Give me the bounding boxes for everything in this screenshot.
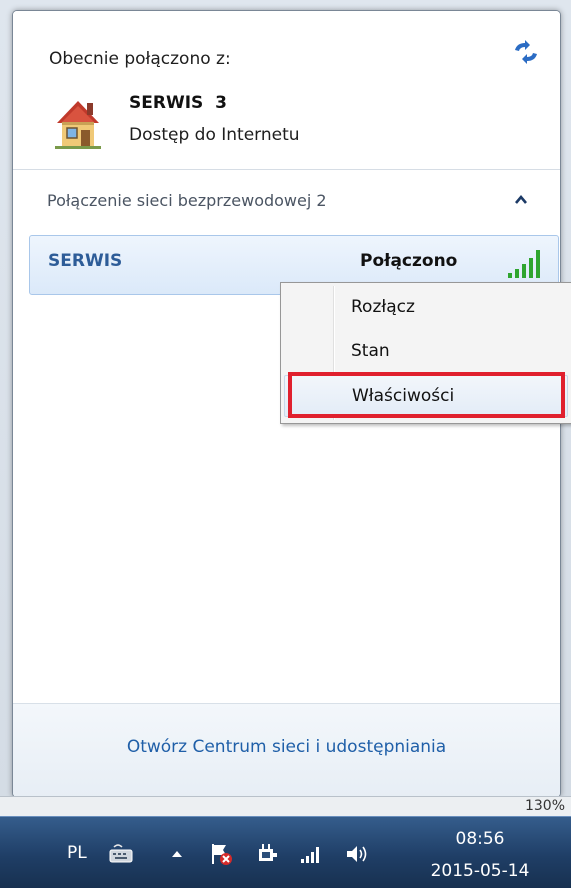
open-network-center-link[interactable]: Otwórz Centrum sieci i udostępniania bbox=[13, 737, 560, 757]
power-icon[interactable] bbox=[254, 841, 280, 867]
screen: Obecnie połączono z: SERWIS 3 Dostęp do … bbox=[0, 0, 571, 888]
refresh-icon[interactable] bbox=[511, 39, 541, 65]
network-signal-icon[interactable] bbox=[298, 841, 324, 867]
flyout-footer: Otwórz Centrum sieci i udostępniania bbox=[13, 703, 560, 797]
taskbar: PL 08:56 2015-05-14 bbox=[0, 816, 571, 888]
wifi-signal-icon bbox=[508, 250, 540, 278]
wireless-connection-title: Połączenie sieci bezprzewodowej 2 bbox=[47, 191, 327, 210]
menu-item-status[interactable]: Stan bbox=[284, 331, 566, 371]
wireless-connection-header[interactable]: Połączenie sieci bezprzewodowej 2 bbox=[13, 177, 560, 227]
current-connection-section: Obecnie połączono z: SERWIS 3 Dostęp do … bbox=[13, 11, 560, 170]
background-zoom-level: 130% bbox=[524, 798, 565, 814]
menu-item-status-label: Stan bbox=[351, 341, 390, 361]
keyboard-icon[interactable] bbox=[108, 841, 134, 867]
menu-item-properties-label: Właściwości bbox=[352, 386, 455, 406]
menu-item-disconnect[interactable]: Rozłącz bbox=[284, 287, 566, 327]
action-center-flag-icon[interactable] bbox=[208, 841, 234, 867]
menu-item-properties[interactable]: Właściwości bbox=[284, 375, 568, 417]
show-hidden-icons-icon[interactable] bbox=[164, 841, 190, 867]
background-app-strip: 130% bbox=[0, 796, 571, 817]
home-network-icon bbox=[55, 101, 101, 149]
connected-network-access: Dostęp do Internetu bbox=[129, 125, 300, 145]
connected-network-name: SERWIS 3 bbox=[129, 93, 227, 113]
menu-item-disconnect-label: Rozłącz bbox=[351, 297, 415, 317]
clock-time[interactable]: 08:56 bbox=[430, 829, 530, 849]
network-ssid: SERWIS bbox=[48, 251, 123, 271]
volume-icon[interactable] bbox=[344, 841, 370, 867]
network-status: Połączono bbox=[360, 251, 458, 271]
clock-date[interactable]: 2015-05-14 bbox=[418, 861, 542, 881]
chevron-up-icon[interactable] bbox=[513, 193, 529, 207]
currently-connected-label: Obecnie połączono z: bbox=[49, 49, 231, 69]
language-indicator[interactable]: PL bbox=[67, 843, 87, 863]
context-menu: Rozłącz Stan Właściwości bbox=[280, 282, 571, 424]
